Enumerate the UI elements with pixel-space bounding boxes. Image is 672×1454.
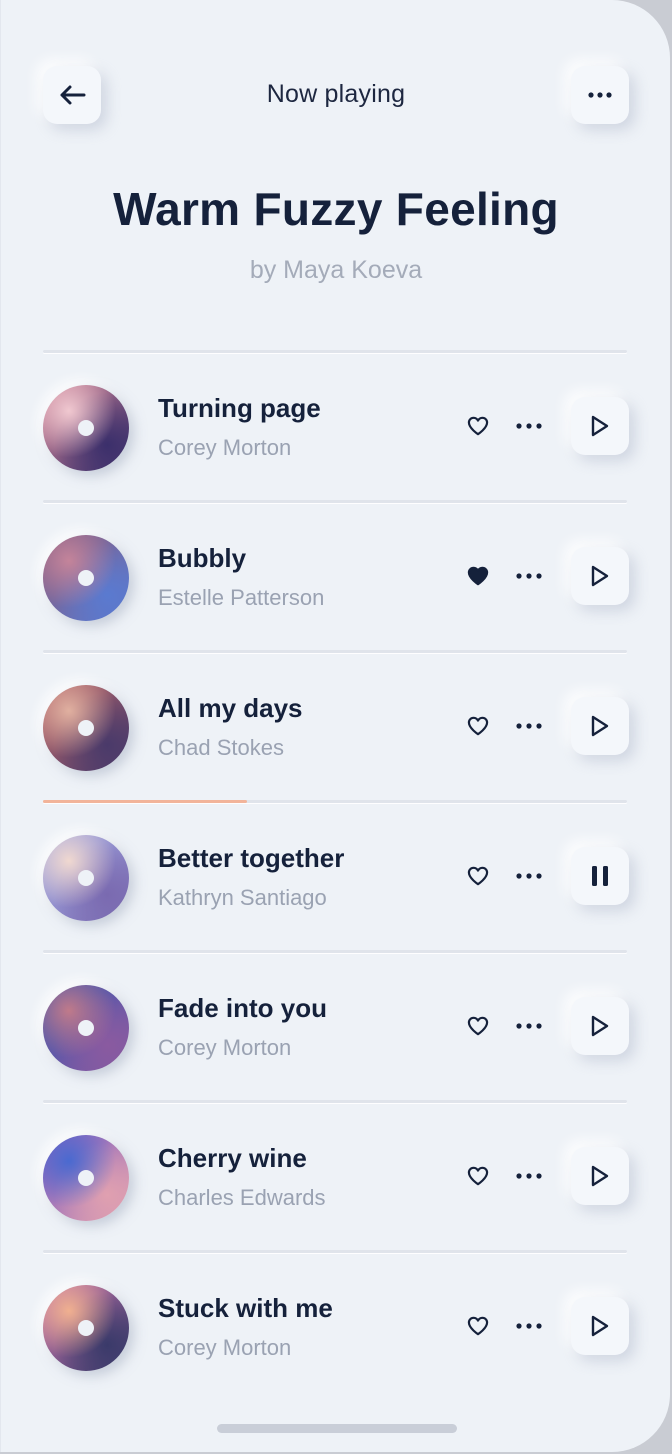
more-options-button[interactable] bbox=[571, 66, 629, 124]
track-title: Cherry wine bbox=[158, 1143, 307, 1173]
track-title: Fade into you bbox=[158, 993, 327, 1023]
track-artist: Kathryn Santiago bbox=[158, 885, 327, 910]
track-more-button[interactable] bbox=[515, 863, 543, 889]
play-icon bbox=[591, 1315, 609, 1337]
ellipsis-icon bbox=[516, 423, 542, 429]
like-button[interactable] bbox=[465, 1013, 491, 1039]
track-artist: Corey Morton bbox=[158, 1335, 292, 1360]
ellipsis-icon bbox=[588, 92, 612, 98]
album-cover bbox=[43, 685, 129, 771]
track-more-button[interactable] bbox=[515, 1313, 543, 1339]
track-more-button[interactable] bbox=[515, 563, 543, 589]
heart-icon bbox=[467, 716, 489, 736]
track-artist: Corey Morton bbox=[158, 435, 292, 460]
track-row[interactable]: Better together Kathryn Santiago bbox=[1, 827, 670, 927]
play-button[interactable] bbox=[571, 697, 629, 755]
like-button[interactable] bbox=[465, 713, 491, 739]
heart-icon bbox=[467, 1166, 489, 1186]
play-icon bbox=[591, 415, 609, 437]
play-button[interactable] bbox=[571, 547, 629, 605]
track-more-button[interactable] bbox=[515, 1013, 543, 1039]
home-indicator bbox=[217, 1424, 457, 1433]
track-row[interactable]: All my days Chad Stokes bbox=[1, 677, 670, 777]
cover-center-hole bbox=[78, 870, 94, 886]
like-button[interactable] bbox=[465, 1313, 491, 1339]
track-row[interactable]: Cherry wine Charles Edwards bbox=[1, 1127, 670, 1227]
play-icon bbox=[591, 565, 609, 587]
play-button[interactable] bbox=[571, 1297, 629, 1355]
heart-icon bbox=[467, 1016, 489, 1036]
like-button[interactable] bbox=[465, 563, 491, 589]
pause-button[interactable] bbox=[571, 847, 629, 905]
like-button[interactable] bbox=[465, 863, 491, 889]
track-divider bbox=[43, 1250, 627, 1253]
heart-icon bbox=[467, 866, 489, 886]
page-title: Now playing bbox=[266, 80, 406, 108]
track-title: All my days bbox=[158, 693, 303, 723]
track-title: Turning page bbox=[158, 393, 321, 423]
track-artist: Estelle Patterson bbox=[158, 585, 325, 610]
cover-center-hole bbox=[78, 1020, 94, 1036]
play-icon bbox=[591, 1165, 609, 1187]
play-button[interactable] bbox=[571, 1147, 629, 1205]
cover-center-hole bbox=[78, 570, 94, 586]
album-cover bbox=[43, 385, 129, 471]
album-cover bbox=[43, 835, 129, 921]
cover-center-hole bbox=[78, 420, 94, 436]
ellipsis-icon bbox=[516, 573, 542, 579]
track-divider bbox=[43, 350, 627, 353]
play-button[interactable] bbox=[571, 997, 629, 1055]
track-divider bbox=[43, 650, 627, 653]
play-icon bbox=[591, 1015, 609, 1037]
track-divider bbox=[43, 500, 627, 503]
ellipsis-icon bbox=[516, 1173, 542, 1179]
cover-center-hole bbox=[78, 720, 94, 736]
track-divider bbox=[43, 800, 627, 803]
album-cover bbox=[43, 1135, 129, 1221]
now-playing-screen: Now playing Warm Fuzzy Feeling by Maya K… bbox=[0, 0, 670, 1452]
track-artist: Chad Stokes bbox=[158, 735, 284, 760]
track-more-button[interactable] bbox=[515, 1163, 543, 1189]
track-artist: Charles Edwards bbox=[158, 1185, 326, 1210]
track-title: Better together bbox=[158, 843, 345, 873]
ellipsis-icon bbox=[516, 1023, 542, 1029]
album-cover bbox=[43, 985, 129, 1071]
track-row[interactable]: Bubbly Estelle Patterson bbox=[1, 527, 670, 627]
track-row[interactable]: Turning page Corey Morton bbox=[1, 377, 670, 477]
heart-icon bbox=[467, 566, 489, 586]
ellipsis-icon bbox=[516, 1323, 542, 1329]
play-icon bbox=[591, 715, 609, 737]
like-button[interactable] bbox=[465, 1163, 491, 1189]
cover-center-hole bbox=[78, 1170, 94, 1186]
track-title: Stuck with me bbox=[158, 1293, 333, 1323]
album-cover bbox=[43, 535, 129, 621]
pause-icon bbox=[592, 866, 608, 886]
track-more-button[interactable] bbox=[515, 713, 543, 739]
like-button[interactable] bbox=[465, 413, 491, 439]
heart-icon bbox=[467, 1316, 489, 1336]
heart-icon bbox=[467, 416, 489, 436]
playback-progress-fill bbox=[43, 800, 248, 803]
album-cover bbox=[43, 1285, 129, 1371]
play-button[interactable] bbox=[571, 397, 629, 455]
track-row[interactable]: Fade into you Corey Morton bbox=[1, 977, 670, 1077]
track-title: Bubbly bbox=[158, 543, 247, 573]
ellipsis-icon bbox=[516, 873, 542, 879]
album-title: Warm Fuzzy Feeling bbox=[113, 183, 559, 235]
ellipsis-icon bbox=[516, 723, 542, 729]
track-divider bbox=[43, 950, 627, 953]
track-divider bbox=[43, 1100, 627, 1103]
cover-center-hole bbox=[78, 1320, 94, 1336]
track-more-button[interactable] bbox=[515, 413, 543, 439]
track-row[interactable]: Stuck with me Corey Morton bbox=[1, 1277, 670, 1377]
track-artist: Corey Morton bbox=[158, 1035, 292, 1060]
album-artist: by Maya Koeva bbox=[249, 256, 423, 284]
